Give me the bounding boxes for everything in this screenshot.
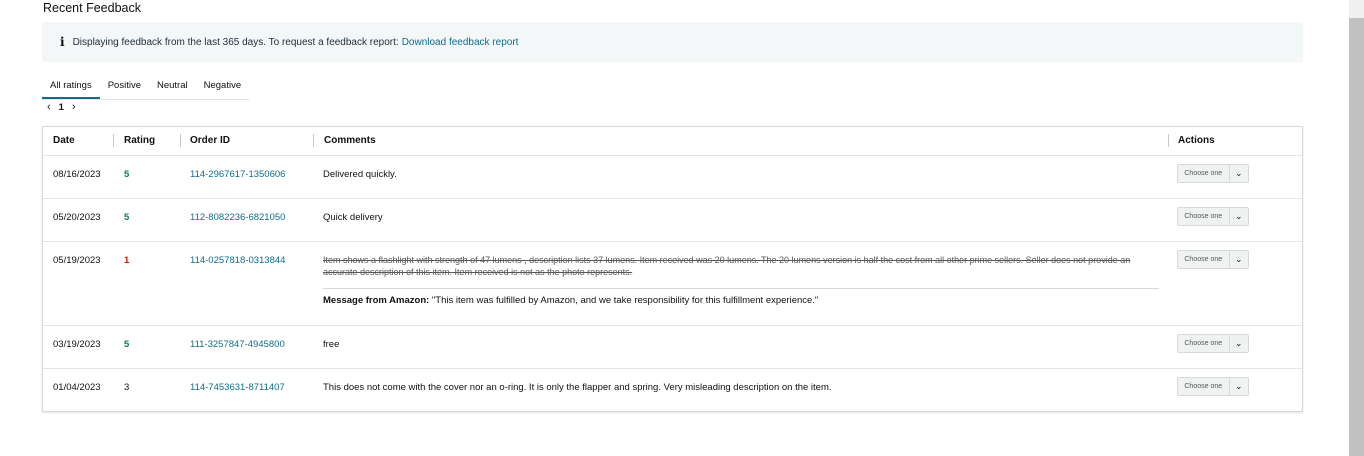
tab-neutral[interactable]: Neutral bbox=[149, 72, 196, 99]
row-order-id-link[interactable]: 114-7453631-8711407 bbox=[190, 382, 285, 393]
chevron-left-icon[interactable]: ‹ bbox=[47, 101, 51, 113]
header-divider bbox=[313, 134, 314, 147]
section-title: Recent Feedback bbox=[43, 1, 141, 15]
amazon-message-label: Message from Amazon: bbox=[323, 295, 430, 306]
amazon-message-text: "This item was fulfilled by Amazon, and … bbox=[431, 295, 819, 306]
row-rating: 5 bbox=[124, 339, 130, 350]
info-icon: i bbox=[60, 35, 65, 49]
rating-tabs: All ratings Positive Neutral Negative bbox=[42, 72, 250, 100]
header-rating[interactable]: Rating bbox=[124, 135, 155, 146]
chevron-right-icon[interactable]: › bbox=[72, 101, 76, 113]
choose-one-dropdown[interactable]: Choose one ⌄ bbox=[1177, 164, 1249, 183]
header-actions: Actions bbox=[1178, 135, 1215, 146]
tab-positive[interactable]: Positive bbox=[100, 72, 149, 99]
row-comment: Delivered quickly. bbox=[323, 169, 397, 180]
row-rating: 5 bbox=[124, 169, 130, 180]
row-order-id-link[interactable]: 111-3257847-4945800 bbox=[190, 339, 285, 350]
table-row: 05/20/2023 5 112-8082236-6821050 Quick d… bbox=[43, 199, 1302, 242]
choose-one-dropdown[interactable]: Choose one ⌄ bbox=[1177, 334, 1249, 353]
row-date: 01/04/2023 bbox=[53, 382, 101, 393]
header-divider bbox=[113, 134, 114, 147]
chevron-down-icon: ⌄ bbox=[1234, 338, 1243, 348]
header-order-id[interactable]: Order ID bbox=[190, 135, 230, 146]
feedback-page: Recent Feedback i Displaying feedback fr… bbox=[0, 0, 1364, 456]
row-comment: Quick delivery bbox=[323, 212, 383, 223]
row-date: 03/19/2023 bbox=[53, 339, 101, 350]
feedback-table: Date Rating Order ID Comments Actions 08… bbox=[42, 126, 1303, 412]
tab-all-ratings[interactable]: All ratings bbox=[42, 72, 100, 99]
row-comment: This does not come with the cover nor an… bbox=[323, 382, 832, 393]
chevron-down-icon: ⌄ bbox=[1234, 168, 1243, 178]
tab-negative[interactable]: Negative bbox=[196, 72, 250, 99]
info-banner: i Displaying feedback from the last 365 … bbox=[42, 22, 1303, 62]
row-rating: 1 bbox=[124, 255, 130, 266]
choose-one-label: Choose one bbox=[1178, 208, 1230, 225]
chevron-down-icon: ⌄ bbox=[1234, 211, 1243, 221]
choose-one-dropdown[interactable]: Choose one ⌄ bbox=[1177, 377, 1249, 396]
chevron-down-icon: ⌄ bbox=[1234, 381, 1243, 391]
row-order-id-link[interactable]: 112-8082236-6821050 bbox=[190, 212, 285, 223]
page-number[interactable]: 1 bbox=[59, 102, 64, 113]
table-row: 01/04/2023 3 114-7453631-8711407 This do… bbox=[43, 369, 1302, 411]
chevron-down-icon: ⌄ bbox=[1234, 254, 1243, 264]
header-comments[interactable]: Comments bbox=[324, 135, 376, 146]
table-header: Date Rating Order ID Comments Actions bbox=[43, 127, 1302, 156]
header-date[interactable]: Date bbox=[53, 135, 75, 146]
info-text: Displaying feedback from the last 365 da… bbox=[72, 36, 399, 48]
row-rating: 3 bbox=[124, 382, 130, 393]
choose-one-dropdown[interactable]: Choose one ⌄ bbox=[1177, 207, 1249, 226]
choose-one-label: Choose one bbox=[1178, 378, 1230, 395]
row-rating: 5 bbox=[124, 212, 130, 223]
row-order-id-link[interactable]: 114-0257818-0313844 bbox=[190, 255, 285, 266]
header-divider bbox=[180, 134, 181, 147]
choose-one-label: Choose one bbox=[1178, 335, 1230, 352]
row-date: 08/16/2023 bbox=[53, 169, 101, 180]
scrollbar-thumb[interactable] bbox=[1349, 18, 1364, 456]
table-row: 05/19/2023 1 114-0257818-0313844 Item sh… bbox=[43, 242, 1302, 326]
row-comment: free bbox=[323, 339, 340, 350]
row-comment-struck: Item shows a flashlight with strength of… bbox=[323, 255, 1131, 277]
row-date: 05/19/2023 bbox=[53, 255, 101, 266]
amazon-message: Message from Amazon: "This item was fulf… bbox=[323, 295, 818, 306]
header-divider bbox=[1168, 134, 1169, 147]
row-date: 05/20/2023 bbox=[53, 212, 101, 223]
table-row: 08/16/2023 5 114-2967617-1350606 Deliver… bbox=[43, 156, 1302, 199]
amazon-message-divider bbox=[323, 288, 1159, 289]
pagination: ‹ 1 › bbox=[47, 101, 76, 113]
choose-one-label: Choose one bbox=[1178, 165, 1230, 182]
table-row: 03/19/2023 5 111-3257847-4945800 free Ch… bbox=[43, 326, 1302, 369]
download-feedback-report-link[interactable]: Download feedback report bbox=[402, 37, 519, 48]
choose-one-dropdown[interactable]: Choose one ⌄ bbox=[1177, 250, 1249, 269]
choose-one-label: Choose one bbox=[1178, 251, 1230, 268]
row-order-id-link[interactable]: 114-2967617-1350606 bbox=[190, 169, 285, 180]
